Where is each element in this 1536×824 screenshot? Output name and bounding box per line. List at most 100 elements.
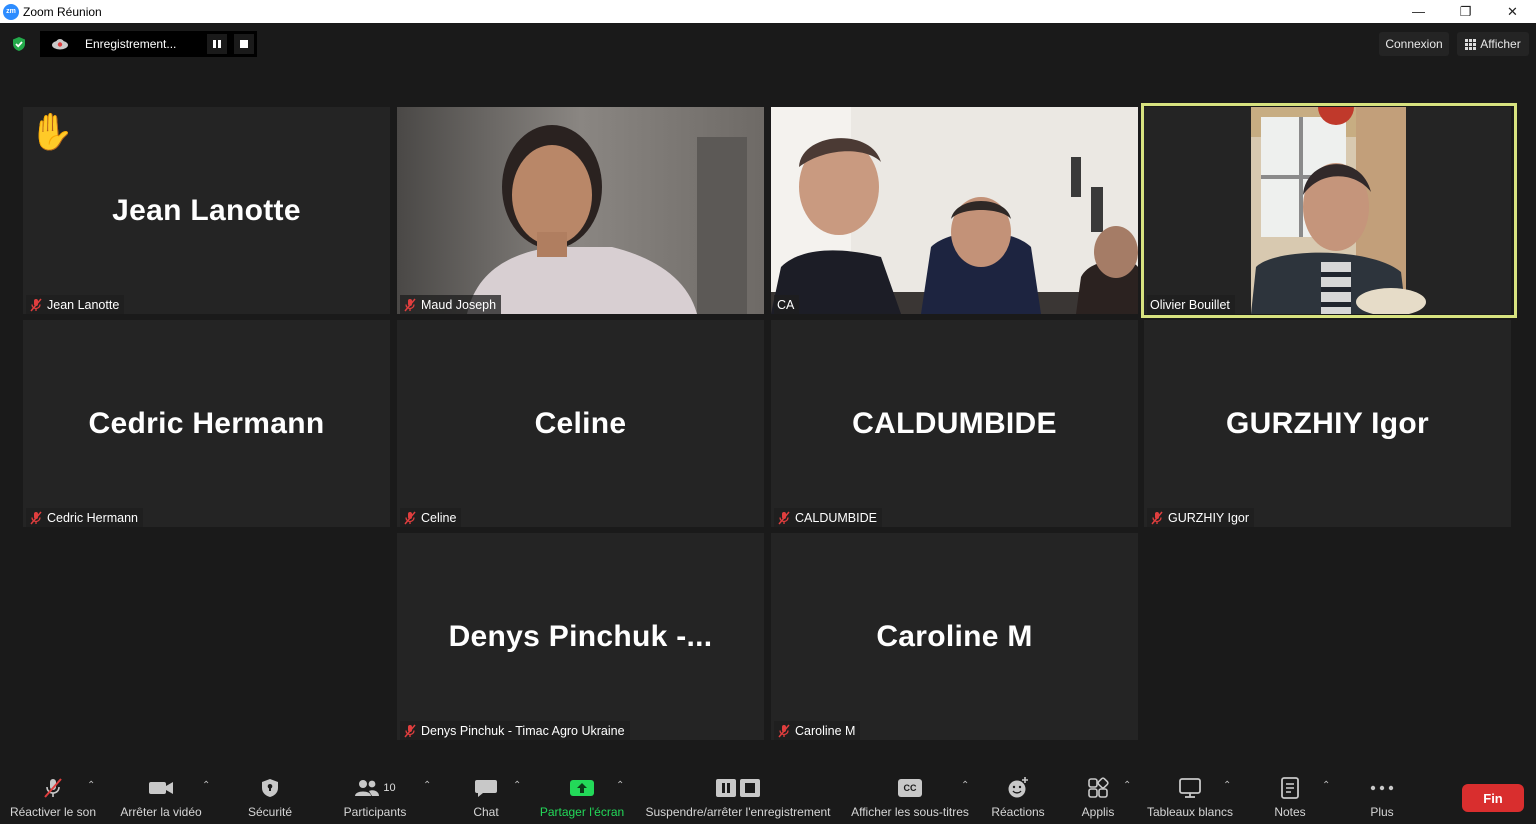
participant-tile[interactable]: CA [771, 107, 1138, 314]
stop-video-button[interactable]: Arrêter la vidéo [116, 776, 206, 819]
participant-name: Denys Pinchuk - Timac Agro Ukraine [421, 723, 625, 738]
closed-captions-icon: CC [898, 779, 922, 797]
participant-tile[interactable]: Denys Pinchuk -... Denys Pinchuk - Timac… [397, 533, 764, 740]
chat-options-chevron-icon[interactable]: ⌃ [513, 780, 525, 792]
reactions-smiley-icon [1008, 777, 1028, 798]
participant-video-feed [771, 107, 1138, 314]
participant-name: Cedric Hermann [47, 510, 139, 525]
stop-video-label: Arrêter la vidéo [120, 805, 202, 819]
participant-tile[interactable]: Olivier Bouillet [1144, 107, 1511, 314]
recording-status-text: Enregistrement... [85, 37, 177, 51]
captions-options-chevron-icon[interactable]: ⌃ [961, 780, 973, 792]
participant-name: GURZHIY Igor [1168, 510, 1250, 525]
view-button-label: Afficher [1480, 37, 1521, 51]
encryption-shield-icon[interactable] [11, 36, 27, 52]
participant-video-feed [1144, 107, 1511, 314]
cloud-recording-icon [52, 39, 68, 50]
video-camera-icon [149, 782, 173, 794]
zoom-logo-icon: zm [3, 3, 19, 20]
show-captions-label: Afficher les sous-titres [851, 805, 969, 819]
close-button[interactable]: ✕ [1489, 0, 1536, 23]
apps-button[interactable]: Applis [1078, 776, 1118, 819]
participant-name: Maud Joseph [421, 297, 497, 312]
security-label: Sécurité [247, 805, 293, 819]
pause-recording-button[interactable] [207, 34, 227, 54]
show-captions-button[interactable]: CC Afficher les sous-titres [848, 776, 972, 819]
participant-tile[interactable]: Cedric Hermann Cedric Hermann [23, 320, 390, 527]
pause-icon [213, 40, 221, 48]
mic-muted-icon [777, 511, 791, 525]
mic-muted-icon [403, 724, 417, 738]
pause-stop-recording-label: Suspendre/arrêter l'enregistrement [645, 805, 831, 819]
apps-label: Applis [1081, 805, 1115, 819]
participant-tile[interactable]: GURZHIY Igor GURZHIY Igor [1144, 320, 1511, 527]
whiteboards-options-chevron-icon[interactable]: ⌃ [1223, 780, 1235, 792]
minimize-button[interactable]: — [1395, 0, 1442, 23]
mic-muted-icon [403, 298, 417, 312]
more-label: Plus [1370, 805, 1394, 819]
participant-video-feed [397, 107, 764, 314]
participant-name: Jean Lanotte [47, 297, 120, 312]
participant-tile[interactable]: Celine Celine [397, 320, 764, 527]
connexion-button[interactable]: Connexion [1379, 32, 1449, 56]
participant-tile[interactable]: ✋ Jean Lanotte Jean Lanotte [23, 107, 390, 314]
chat-label: Chat [473, 805, 499, 819]
participants-icon [355, 780, 380, 796]
participant-name: Caroline M [795, 723, 856, 738]
participant-name-tag: Maud Joseph [400, 295, 502, 314]
pause-stop-recording-button[interactable]: Suspendre/arrêter l'enregistrement [640, 776, 836, 819]
chat-button[interactable]: Chat [466, 776, 506, 819]
participant-display-name: Cedric Hermann [88, 406, 325, 440]
audio-options-chevron-icon[interactable]: ⌃ [87, 780, 99, 792]
participant-tile[interactable]: CALDUMBIDE CALDUMBIDE [771, 320, 1138, 527]
video-options-chevron-icon[interactable]: ⌃ [202, 780, 214, 792]
stop-recording-button[interactable] [234, 34, 254, 54]
more-button[interactable]: Plus [1362, 776, 1402, 819]
security-button[interactable]: Sécurité [240, 776, 300, 819]
window-controls: — ❐ ✕ [1395, 0, 1536, 23]
share-screen-button[interactable]: Partager l'écran [536, 776, 628, 819]
pause-stop-icon [716, 779, 760, 797]
participant-display-name: Denys Pinchuk -... [448, 619, 713, 653]
participant-name-tag: Caroline M [774, 721, 861, 740]
unmute-button[interactable]: Réactiver le son [8, 776, 98, 819]
window-title: Zoom Réunion [23, 4, 102, 19]
mic-muted-icon [1150, 511, 1164, 525]
participant-name-tag: Olivier Bouillet [1147, 295, 1235, 314]
participants-label: Participants [343, 805, 407, 819]
notes-label: Notes [1274, 805, 1306, 819]
chat-bubble-icon [475, 780, 497, 797]
participant-tile[interactable]: Maud Joseph [397, 107, 764, 314]
grid-view-icon [1465, 38, 1477, 50]
participant-name: CA [777, 297, 795, 312]
restore-button[interactable]: ❐ [1442, 0, 1489, 23]
whiteboard-icon [1179, 778, 1201, 798]
participant-name-tag: CA [774, 295, 800, 314]
participants-count: 10 [383, 782, 396, 794]
reactions-label: Réactions [991, 805, 1045, 819]
more-dots-icon [1370, 785, 1394, 791]
participant-tile[interactable]: Caroline M Caroline M [771, 533, 1138, 740]
whiteboards-label: Tableaux blancs [1146, 805, 1234, 819]
view-button[interactable]: Afficher [1457, 32, 1529, 56]
share-screen-label: Partager l'écran [539, 805, 625, 819]
apps-icon [1088, 777, 1109, 798]
participant-name-tag: Denys Pinchuk - Timac Agro Ukraine [400, 721, 630, 740]
participant-name-tag: GURZHIY Igor [1147, 508, 1255, 527]
participants-options-chevron-icon[interactable]: ⌃ [423, 780, 435, 792]
participants-button[interactable]: 10 Participants [340, 776, 410, 819]
notes-button[interactable]: Notes [1270, 776, 1310, 819]
share-screen-icon [570, 780, 594, 796]
participant-name-tag: CALDUMBIDE [774, 508, 882, 527]
end-meeting-button[interactable]: Fin [1462, 784, 1524, 812]
apps-options-chevron-icon[interactable]: ⌃ [1123, 780, 1135, 792]
participant-name-tag: Celine [400, 508, 462, 527]
notes-options-chevron-icon[interactable]: ⌃ [1322, 780, 1334, 792]
window-title-bar: zm Zoom Réunion — ❐ ✕ [0, 0, 1536, 23]
reactions-button[interactable]: Réactions [988, 776, 1048, 819]
unmute-label: Réactiver le son [9, 805, 97, 819]
share-options-chevron-icon[interactable]: ⌃ [616, 780, 628, 792]
participant-display-name: CALDUMBIDE [852, 406, 1057, 440]
participant-display-name: GURZHIY Igor [1225, 406, 1430, 440]
mic-muted-icon [403, 511, 417, 525]
